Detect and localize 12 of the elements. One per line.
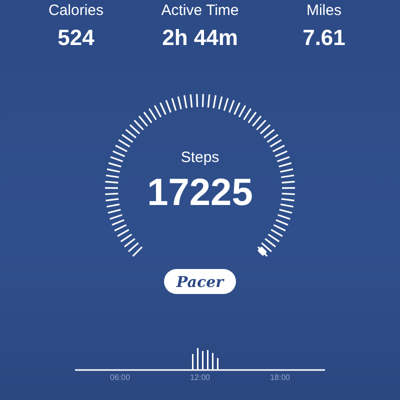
stat-label: Active Time [161, 2, 239, 20]
time-label: 06:00 [110, 373, 130, 382]
time-label: 12:00 [190, 373, 210, 382]
stat-value: 524 [58, 24, 94, 52]
stat-value: 7.61 [302, 24, 346, 52]
stat-value: 2h 44m [162, 24, 238, 52]
time-label: 18:00 [270, 373, 290, 382]
steps-label: Steps [180, 149, 220, 166]
steps-count: 17225 [147, 172, 253, 215]
brand-badge: Pacer [164, 269, 236, 294]
stat-label: Calories [48, 2, 104, 20]
stat-label: Miles [306, 2, 342, 20]
